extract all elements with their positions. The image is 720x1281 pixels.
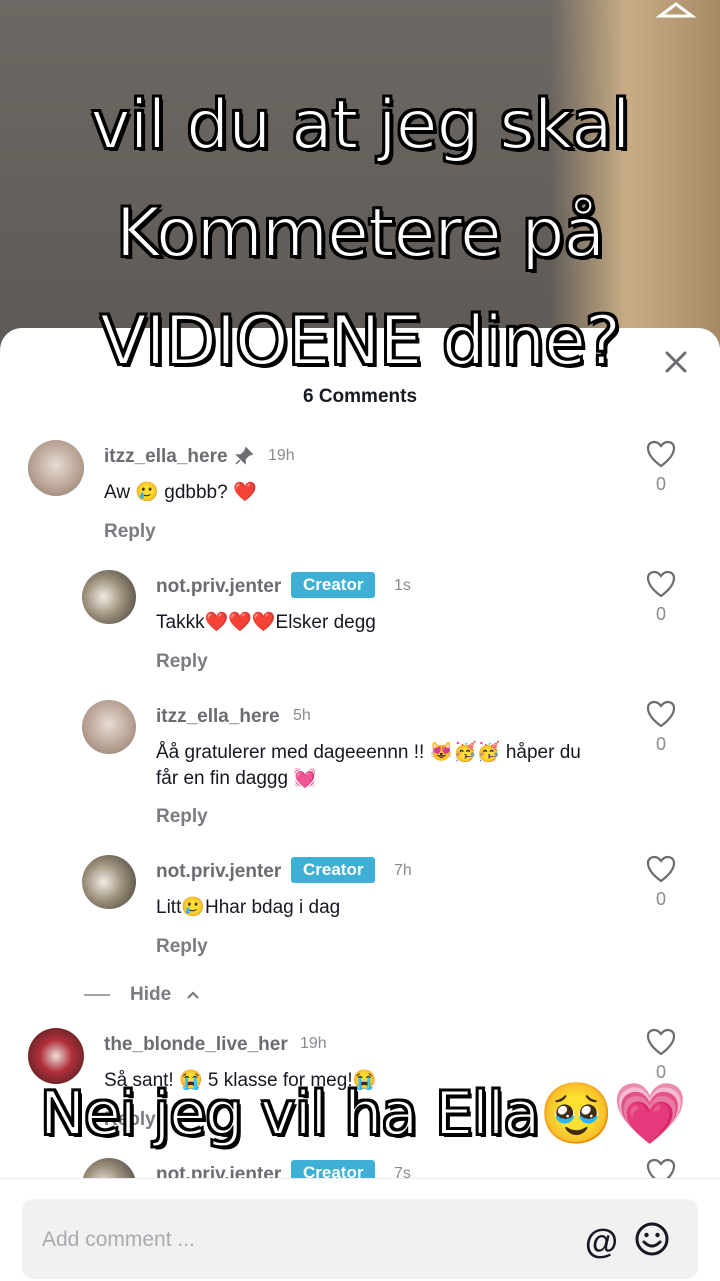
hide-label: Hide [130,984,172,1005]
comment-time: 19h [300,1035,327,1052]
bottom-caption-emoji: 🥹💗 [539,1079,687,1149]
like-count: 0 [655,889,666,909]
creator-badge: Creator [291,857,376,883]
hide-divider [84,993,110,996]
comment-username[interactable]: itzz_ella_here [156,706,280,728]
avatar[interactable] [28,1028,84,1084]
heart-icon[interactable] [646,855,676,883]
reply-button[interactable]: Reply [104,521,156,543]
comment-username[interactable]: the_blonde_live_her [104,1034,288,1056]
creator-badge: Creator [291,572,376,598]
heart-icon[interactable] [646,700,676,728]
heart-icon[interactable] [646,1028,676,1056]
comment-text: Aw 🥲 gdbbb? ❤️ [104,482,257,503]
reply-button[interactable]: Reply [156,936,208,958]
bottom-caption-text: Nei jeg vil ha Ella [39,1078,541,1150]
comment-text: Takkk❤️❤️❤️Elsker degg [156,612,376,633]
comment-username[interactable]: not.priv.jenter [156,576,281,598]
comment-text-line-1: Åå gratulerer med dageeennn !! 😻🥳🥳 håper… [156,742,581,763]
comment-time: 1s [394,577,411,594]
hide-replies-button[interactable]: Hide [84,984,200,1006]
comment-username[interactable]: not.priv.jenter [156,861,281,883]
top-caption-line-3: VIDIOENE dine? [99,301,622,382]
chevron-up-icon [187,991,200,999]
pin-icon [235,446,254,465]
reply-button[interactable]: Reply [156,806,208,828]
comment-text-line-2: får en fin daggg 💓 [156,768,317,789]
like-count: 0 [655,474,666,494]
comment-input-bar: Add comment ... @ [0,1178,720,1281]
comment-text: Litt🥲Hhar bdag i dag [156,897,341,918]
heart-icon[interactable] [646,440,676,468]
like-count: 0 [655,604,666,624]
avatar[interactable] [82,855,136,909]
avatar[interactable] [82,570,136,624]
comment-input-placeholder: Add comment ... [42,1228,195,1251]
comment-username[interactable]: itzz_ella_here [104,446,228,468]
comment-time: 19h [268,447,295,464]
reply-button[interactable]: Reply [156,651,208,673]
comment-input[interactable]: Add comment ... @ [22,1199,698,1279]
top-caption-line-2: Kommetere på [115,193,606,274]
like-count: 0 [655,734,666,754]
hanger-icon [656,2,696,18]
bottom-caption: Nei jeg vil ha Ella🥹💗 [39,1078,688,1150]
top-caption-line-1: vil du at jeg skal [89,85,631,166]
mention-icon[interactable]: @ [585,1223,618,1262]
heart-icon[interactable] [646,570,676,598]
comment-time: 7h [394,862,412,879]
comment-time: 5h [293,707,311,724]
emoji-icon[interactable] [634,1221,670,1257]
avatar[interactable] [82,700,136,754]
top-caption: vil du at jeg skal Kommetere på VIDIOENE… [0,72,720,396]
avatar[interactable] [28,440,84,496]
